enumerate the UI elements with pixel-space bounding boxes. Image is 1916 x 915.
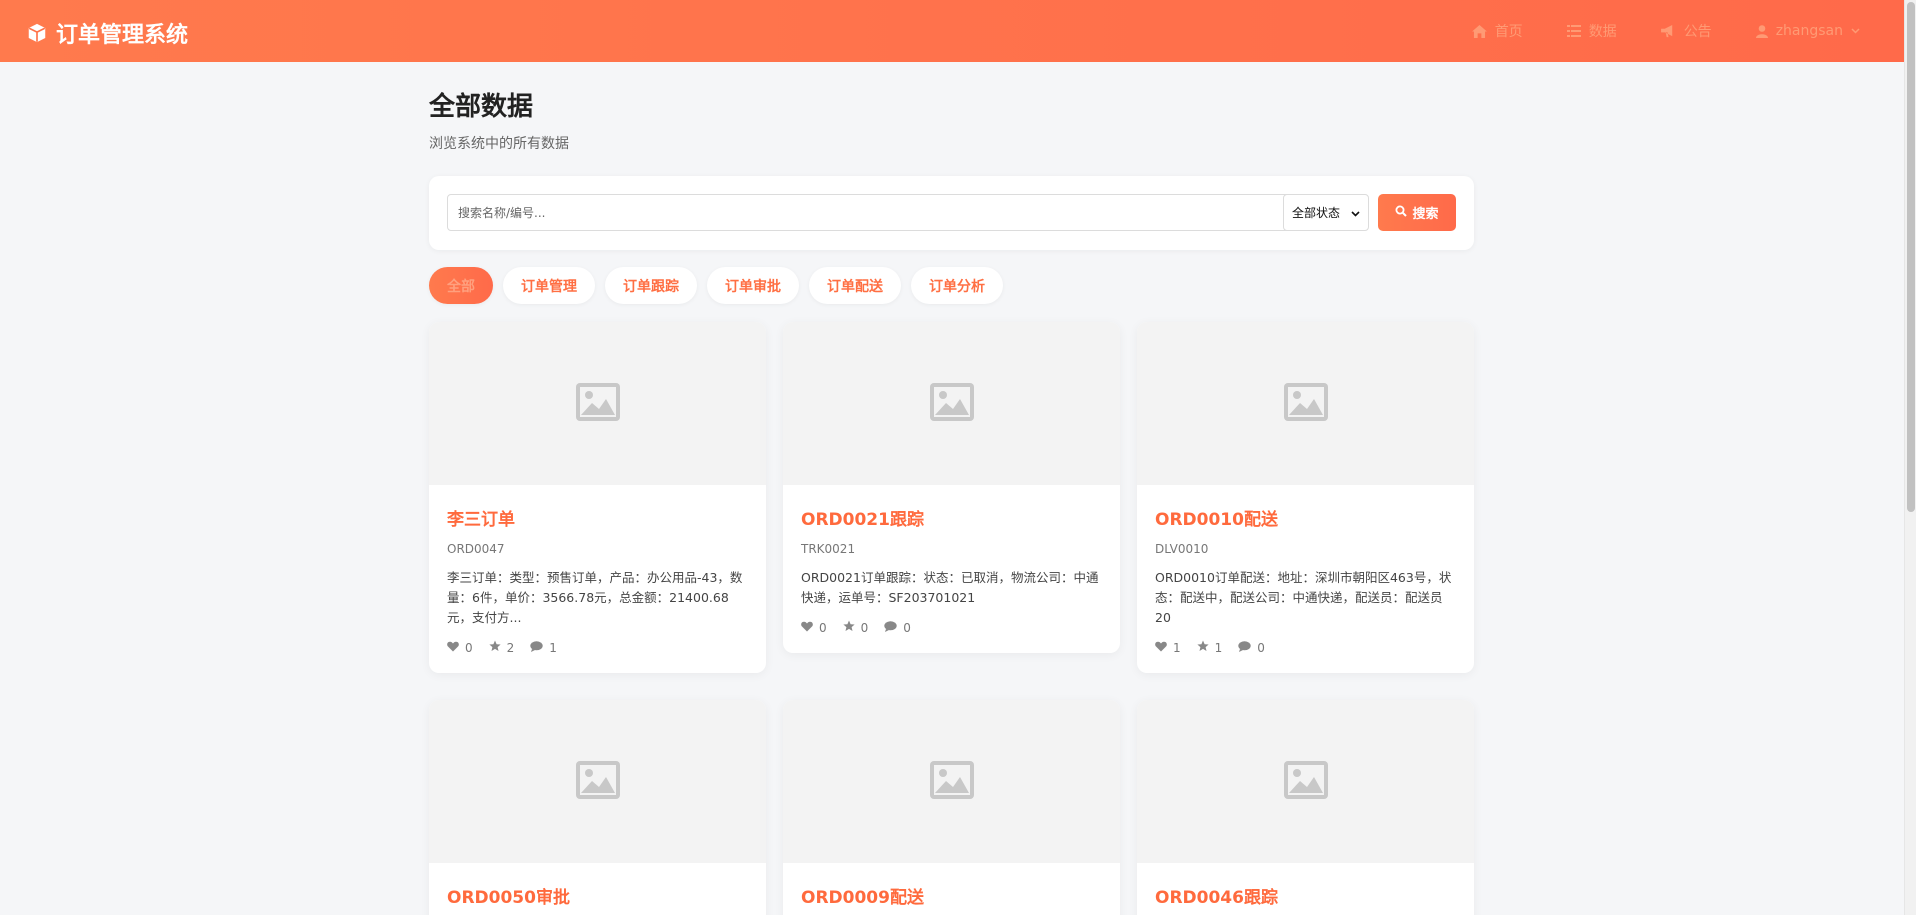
like-count: 1 xyxy=(1173,640,1181,655)
nav-data-label: 数据 xyxy=(1588,24,1617,40)
comment-count: 1 xyxy=(549,640,557,655)
card-image-placeholder xyxy=(429,700,766,863)
tab-order-analysis[interactable]: 订单分析 xyxy=(911,267,1003,304)
tab-order-delivery[interactable]: 订单配送 xyxy=(809,267,901,304)
card-title[interactable]: ORD0009配送 xyxy=(801,883,1102,908)
image-icon xyxy=(1283,760,1329,804)
nav-announcement-label: 公告 xyxy=(1683,24,1712,40)
card-stats: 1 1 0 xyxy=(1155,640,1456,655)
data-card[interactable]: 李三订单 ORD0047 李三订单：类型：预售订单，产品：办公用品-43，数量：… xyxy=(429,322,766,673)
nav-home[interactable]: 首页 xyxy=(1471,21,1523,41)
search-button-label: 搜索 xyxy=(1412,206,1439,221)
card-stats: 0 2 1 xyxy=(447,640,748,655)
image-icon xyxy=(929,382,975,426)
chevron-down-icon xyxy=(1851,28,1860,34)
favorite-count: 1 xyxy=(1214,640,1223,655)
heart-icon xyxy=(1155,641,1167,655)
like-stat[interactable]: 0 xyxy=(801,620,827,635)
card-title[interactable]: 李三订单 xyxy=(447,505,748,530)
like-count: 0 xyxy=(465,640,473,655)
page-subtitle: 浏览系统中的所有数据 xyxy=(429,136,569,152)
comment-icon xyxy=(1238,640,1251,655)
home-icon xyxy=(1471,24,1487,38)
image-icon xyxy=(1283,382,1329,426)
like-stat[interactable]: 1 xyxy=(1155,640,1181,655)
card-image-placeholder xyxy=(783,700,1120,863)
comment-count: 0 xyxy=(1257,640,1265,655)
user-icon xyxy=(1755,24,1768,38)
card-image-placeholder xyxy=(429,322,766,485)
favorite-stat[interactable]: 1 xyxy=(1197,640,1223,655)
data-card[interactable]: ORD0009配送 xyxy=(783,700,1120,915)
tab-order-management[interactable]: 订单管理 xyxy=(503,267,595,304)
status-select[interactable]: 全部状态 xyxy=(1283,194,1369,231)
comment-icon xyxy=(530,640,543,655)
comment-stat[interactable]: 0 xyxy=(1238,640,1265,655)
heart-icon xyxy=(447,641,459,655)
heart-icon xyxy=(801,621,813,635)
image-icon xyxy=(575,382,621,426)
card-title[interactable]: ORD0021跟踪 xyxy=(801,505,1102,530)
nav-data[interactable]: 数据 xyxy=(1566,21,1617,41)
bullhorn-icon xyxy=(1660,24,1676,38)
data-card[interactable]: ORD0046跟踪 xyxy=(1137,700,1474,915)
card-image-placeholder xyxy=(783,322,1120,485)
comment-stat[interactable]: 0 xyxy=(884,620,911,635)
brand-title: 订单管理系统 xyxy=(56,23,189,48)
scrollbar-thumb[interactable] xyxy=(1907,2,1915,512)
search-icon xyxy=(1395,205,1408,220)
brand[interactable]: 订单管理系统 xyxy=(26,17,188,49)
favorite-count: 2 xyxy=(506,640,515,655)
star-icon xyxy=(489,640,501,655)
tab-all[interactable]: 全部 xyxy=(429,267,493,304)
search-button[interactable]: 搜索 xyxy=(1378,194,1456,231)
card-title[interactable]: ORD0010配送 xyxy=(1155,505,1456,530)
card-description: ORD0010订单配送：地址：深圳市朝阳区463号，状态：配送中，配送公司：中通… xyxy=(1155,570,1452,625)
comment-stat[interactable]: 1 xyxy=(530,640,557,655)
card-code: ORD0047 xyxy=(447,542,505,556)
chevron-down-icon xyxy=(1351,206,1360,220)
like-stat[interactable]: 0 xyxy=(447,640,473,655)
like-count: 0 xyxy=(819,620,827,635)
card-code: DLV0010 xyxy=(1155,542,1209,556)
list-icon xyxy=(1566,25,1581,37)
data-card[interactable]: ORD0010配送 DLV0010 ORD0010订单配送：地址：深圳市朝阳区4… xyxy=(1137,322,1474,673)
star-icon xyxy=(843,620,855,635)
tab-order-tracking[interactable]: 订单跟踪 xyxy=(605,267,697,304)
user-menu[interactable]: zhangsan xyxy=(1755,23,1860,39)
search-panel: 全部状态 搜索 xyxy=(429,176,1474,250)
comment-icon xyxy=(884,620,897,635)
nav-announcement[interactable]: 公告 xyxy=(1660,21,1712,41)
status-select-value: 全部状态 xyxy=(1292,206,1341,220)
page-scrollbar[interactable] xyxy=(1904,0,1916,915)
card-stats: 0 0 0 xyxy=(801,620,1102,635)
card-code: TRK0021 xyxy=(801,542,856,556)
page-title: 全部数据 xyxy=(429,92,534,122)
username: zhangsan xyxy=(1775,23,1843,39)
search-input[interactable] xyxy=(447,194,1304,231)
card-title[interactable]: ORD0046跟踪 xyxy=(1155,883,1456,908)
favorite-stat[interactable]: 2 xyxy=(489,640,515,655)
data-card[interactable]: ORD0021跟踪 TRK0021 ORD0021订单跟踪：状态：已取消，物流公… xyxy=(783,322,1120,653)
star-icon xyxy=(1197,640,1209,655)
card-description: 李三订单：类型：预售订单，产品：办公用品-43，数量：6件，单价：3566.78… xyxy=(447,570,743,625)
card-description: ORD0021订单跟踪：状态：已取消，物流公司：中通快递，运单号：SF20370… xyxy=(801,570,1099,605)
card-image-placeholder xyxy=(1137,700,1474,863)
card-title[interactable]: ORD0050审批 xyxy=(447,883,748,908)
card-image-placeholder xyxy=(1137,322,1474,485)
data-card[interactable]: ORD0050审批 xyxy=(429,700,766,915)
top-navbar: 订单管理系统 首页 数据 公告 zhangsan xyxy=(0,0,1904,62)
tab-order-approval[interactable]: 订单审批 xyxy=(707,267,799,304)
nav-home-label: 首页 xyxy=(1494,24,1523,40)
image-icon xyxy=(929,760,975,804)
comment-count: 0 xyxy=(903,620,911,635)
image-icon xyxy=(575,760,621,804)
favorite-count: 0 xyxy=(860,620,869,635)
favorite-stat[interactable]: 0 xyxy=(843,620,869,635)
category-tabs: 全部 订单管理 订单跟踪 订单审批 订单配送 订单分析 xyxy=(429,267,1003,304)
cube-icon xyxy=(26,22,48,44)
